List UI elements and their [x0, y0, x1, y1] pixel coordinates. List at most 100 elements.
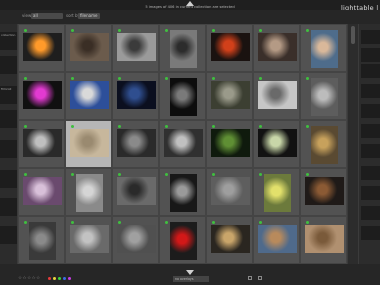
grid-icon[interactable] [248, 276, 252, 280]
scrollbar-thumb[interactable] [351, 26, 355, 44]
thumbnail-image [117, 129, 156, 157]
thumbnail-cell[interactable] [18, 168, 65, 216]
scrollbar[interactable] [348, 24, 358, 264]
thumbnail-cell[interactable] [65, 216, 112, 264]
thumbnail-image [23, 81, 62, 109]
thumbnail-image [170, 174, 197, 212]
thumbnail-cell[interactable] [159, 72, 206, 120]
thumbnail-cell[interactable] [18, 216, 65, 264]
thumbnail-cell[interactable] [253, 168, 300, 216]
thumbnail-image [211, 33, 250, 61]
color-label-dot[interactable] [48, 277, 51, 280]
thumbnail-image [76, 174, 103, 212]
thumbnail-cell[interactable] [253, 24, 300, 72]
status-dot-icon [306, 125, 309, 128]
thumbnail-cell[interactable] [253, 72, 300, 120]
left-panel-module[interactable] [0, 110, 17, 128]
status-dot-icon [212, 173, 215, 176]
zoom-icon[interactable] [258, 276, 262, 280]
thumbnail-cell[interactable] [159, 120, 206, 168]
thumbnail-cell[interactable] [206, 120, 253, 168]
right-panel-module[interactable] [361, 186, 380, 200]
right-panel-module[interactable] [361, 166, 380, 180]
overlays-select[interactable]: no overlays [173, 276, 209, 282]
status-dot-icon [259, 29, 262, 32]
left-panel-module[interactable] [0, 198, 17, 216]
thumbnail-cell[interactable] [206, 24, 253, 72]
sort-select[interactable]: filename [78, 12, 100, 19]
thumbnail-image [211, 81, 250, 109]
right-panel-module[interactable] [361, 124, 380, 138]
thumbnail-cell[interactable] [206, 216, 253, 264]
selection-count: 5 images of 406 in current collection ar… [145, 5, 235, 9]
thumbnail-image [70, 225, 109, 253]
thumbnail-cell[interactable] [18, 120, 65, 168]
right-panel-module[interactable] [361, 104, 380, 118]
status-dot-icon [24, 125, 27, 128]
left-panel-module[interactable] [0, 226, 17, 244]
thumbnail-cell[interactable] [65, 120, 112, 168]
status-dot-icon [259, 125, 262, 128]
thumbnail-image [311, 126, 338, 164]
right-panel-module[interactable] [361, 144, 380, 158]
right-panel-module[interactable] [361, 206, 380, 220]
thumbnail-image [258, 81, 297, 109]
thumbnail-cell[interactable] [300, 72, 347, 120]
status-dot-icon [24, 173, 27, 176]
thumbnail-cell[interactable] [112, 168, 159, 216]
thumbnail-image [70, 33, 109, 61]
rating-stars[interactable]: ☆☆☆☆☆ [18, 276, 41, 281]
thumbnail-cell[interactable] [300, 120, 347, 168]
thumbnail-cell[interactable] [300, 168, 347, 216]
thumbnail-cell[interactable] [300, 24, 347, 72]
thumbnail-cell[interactable] [65, 24, 112, 72]
thumbnail-cell[interactable] [18, 72, 65, 120]
thumbnail-cell[interactable] [18, 24, 65, 72]
status-dot-icon [71, 125, 74, 128]
thumbnail-cell[interactable] [65, 168, 112, 216]
right-panel-module[interactable] [361, 226, 380, 240]
thumbnail-cell[interactable] [65, 72, 112, 120]
thumbnail-image [264, 174, 291, 212]
thumbnail-cell[interactable] [253, 216, 300, 264]
thumbnail-image [117, 33, 156, 61]
status-dot-icon [165, 221, 168, 224]
left-panel-module[interactable] [0, 56, 17, 74]
right-panel-module[interactable] [361, 84, 380, 98]
thumbnail-cell[interactable] [112, 72, 159, 120]
right-panel-module[interactable] [361, 48, 380, 62]
thumbnail-cell[interactable] [253, 120, 300, 168]
thumbnail-image [23, 129, 62, 157]
left-panel-module[interactable] [0, 140, 17, 158]
thumbnail-cell[interactable] [112, 216, 159, 264]
thumbnail-cell[interactable] [112, 120, 159, 168]
color-label-dot[interactable] [53, 277, 56, 280]
left-panel-module[interactable] [0, 170, 17, 188]
thumbnail-image [311, 78, 338, 116]
right-panel-module[interactable] [361, 64, 380, 78]
thumbnail-cell[interactable] [112, 24, 159, 72]
thumbnail-image [258, 129, 297, 157]
color-label-dot[interactable] [58, 277, 61, 280]
thumbnail-image [23, 33, 62, 61]
color-label-dot[interactable] [63, 277, 66, 280]
status-dot-icon [165, 29, 168, 32]
thumbnail-cell[interactable] [159, 24, 206, 72]
thumbnail-image [170, 78, 197, 116]
thumbnail-cell[interactable] [159, 216, 206, 264]
view-select[interactable]: all [31, 12, 63, 19]
collapse-bottom-arrow-icon[interactable] [186, 270, 194, 275]
thumbnail-image [23, 177, 62, 205]
thumbnail-cell[interactable] [159, 168, 206, 216]
thumbnail-image [170, 30, 197, 68]
color-label-dot[interactable] [68, 277, 71, 280]
status-dot-icon [212, 221, 215, 224]
status-dot-icon [118, 221, 121, 224]
status-dot-icon [118, 173, 121, 176]
thumbnail-cell[interactable] [206, 168, 253, 216]
status-dot-icon [306, 221, 309, 224]
right-panel-module[interactable] [361, 30, 380, 44]
status-dot-icon [306, 29, 309, 32]
thumbnail-cell[interactable] [206, 72, 253, 120]
thumbnail-cell[interactable] [300, 216, 347, 264]
